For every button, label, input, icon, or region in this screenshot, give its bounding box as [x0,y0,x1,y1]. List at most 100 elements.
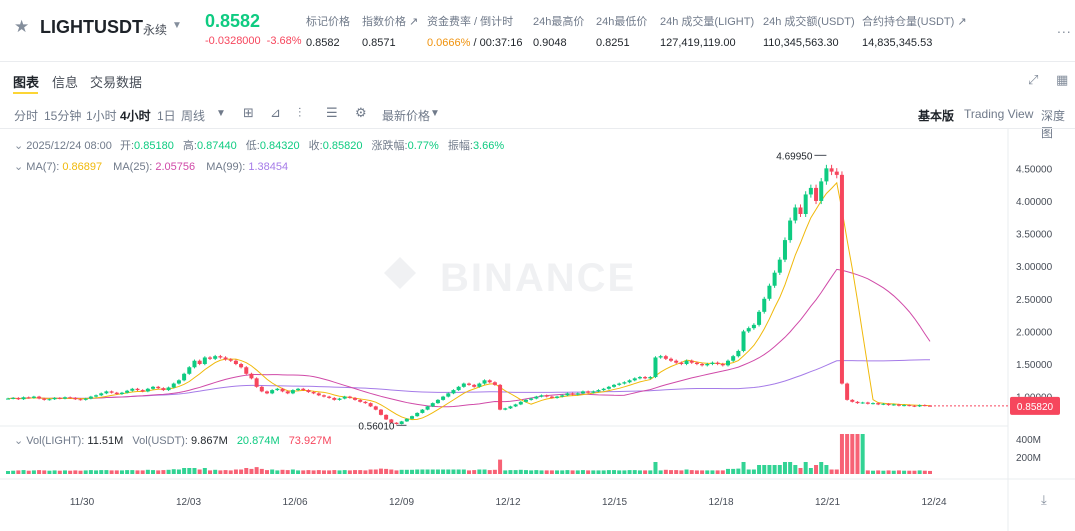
candle-body [42,398,47,400]
price-tick-label: 1.50000 [1016,360,1053,371]
candle-body [871,403,876,405]
volume-bar [591,470,596,474]
tab-info[interactable]: 信息 [52,72,78,91]
stat-open-interest[interactable]: 合约持仓量(USDT) ↗ 14,835,345.53 [862,13,967,49]
price-type-chevron-icon[interactable]: ▼ [430,108,440,119]
volume-bar [549,470,554,474]
candle-body [586,391,591,393]
candle-body [845,383,850,400]
volume-bar [192,468,197,474]
collapse-chevron-icon[interactable]: ⌄ [14,435,23,447]
candle-body [814,187,819,201]
drawing-icon[interactable]: ⊿ [270,105,281,121]
volume-bar [876,470,881,474]
volume-bar [301,470,306,474]
volume-bar [674,470,679,474]
settings-gear-icon[interactable]: ⚙ [355,105,367,121]
candle-body [394,422,399,424]
candle-type-icon[interactable]: ⫶ [298,105,301,121]
interval-4h[interactable]: 4小时 [120,107,151,124]
candle-body [834,171,839,175]
candle-body [270,390,275,394]
time-tick-label: 12/15 [602,497,627,508]
expand-icon[interactable]: ⤢ [1028,72,1038,88]
volume-bar [523,470,528,474]
candle-body [544,395,549,397]
ticker-header: ★ LIGHTUSDT 永续 ▼ 0.8582 -0.0328000 -3.68%… [0,0,1075,62]
favorite-star-icon[interactable]: ★ [14,18,32,36]
volume-bar [575,470,580,474]
price-type-select[interactable]: 最新价格 [382,107,430,124]
volume-bar [912,470,917,474]
volume-bar [218,470,223,474]
price-tick-label: 2.50000 [1016,295,1053,306]
candle-body [135,388,140,391]
interval-time[interactable]: 分时 [14,107,38,124]
grid-layout-icon[interactable]: ▦ [1056,72,1068,88]
candle-body [772,272,777,286]
template-icon[interactable]: ☰ [326,105,338,121]
candle-body [378,409,383,415]
chevron-down-icon[interactable]: ▼ [172,20,182,31]
volume-bar [808,468,813,474]
interval-1h[interactable]: 1小时 [86,107,117,124]
candle-body [311,392,316,394]
candle-body [746,328,751,332]
volume-bar [456,469,461,474]
volume-bar [669,470,674,474]
last-price: 0.8582 [205,11,261,31]
interval-dropdown-icon[interactable]: ▼ [216,108,226,119]
stat-index-price[interactable]: 指数价格 ↗ 0.8571 [362,13,418,49]
candle-body [342,396,347,399]
candle-body [700,364,705,366]
candle-body [632,378,637,381]
candle-body [679,362,684,364]
scroll-to-end-icon[interactable]: ⤓ [1041,492,1047,508]
candle-body [62,397,67,399]
volume-bar [378,468,383,474]
chart-area[interactable]: BINANCE 4.50000 4.00000 3.50000 3.00000 2.50… [0,128,1075,531]
indicator-icon[interactable]: ⊞ [243,105,254,121]
candlestick-chart[interactable]: BINANCE 4.50000 4.00000 3.50000 3.00000 2.50… [0,129,1075,531]
view-tradingview[interactable]: Trading View [964,107,1033,121]
interval-1d[interactable]: 1日 [157,107,176,124]
candle-body [694,362,699,364]
contract-type[interactable]: 永续 [143,21,167,38]
interval-week[interactable]: 周线 [181,107,205,124]
candle-body [347,396,352,398]
interval-15m[interactable]: 15分钟 [44,107,81,124]
collapse-chevron-icon[interactable]: ⌄ [14,161,23,173]
volume-bar [622,470,627,474]
more-icon[interactable]: ... [1057,20,1072,36]
view-basic[interactable]: 基本版 [918,107,954,124]
high-annotation: 4.69950 [776,151,813,162]
candle-body [228,359,233,361]
candle-body [798,207,803,214]
candle-body [275,388,280,391]
tab-trading-data[interactable]: 交易数据 [90,72,142,91]
volume-bar [741,462,746,474]
volume-bar [560,470,565,474]
volume-bar [285,470,290,474]
volume-bar [125,470,130,474]
collapse-chevron-icon[interactable]: ⌄ [14,140,23,152]
candle-body [762,298,767,312]
candle-body [176,380,181,384]
volume-bar [498,459,503,474]
volume-bar [762,465,767,474]
price-tick-label: 4.50000 [1016,164,1053,175]
candle-body [301,388,306,391]
candle-body [601,388,606,391]
volume-bar [202,468,207,474]
candle-body [891,404,896,406]
tab-chart[interactable]: 图表 [13,72,39,91]
candle-body [197,360,202,364]
volume-readout: ⌄ Vol(LIGHT): 11.51M Vol(USDT): 9.867M 2… [14,435,332,447]
candle-body [715,362,720,364]
price-change-pct: -3.68% [266,35,302,47]
symbol-name[interactable]: LIGHTUSDT [40,17,143,38]
candle-body [518,401,523,405]
volume-bar [503,470,508,474]
volume-bar [891,470,896,474]
candle-body [285,391,290,394]
